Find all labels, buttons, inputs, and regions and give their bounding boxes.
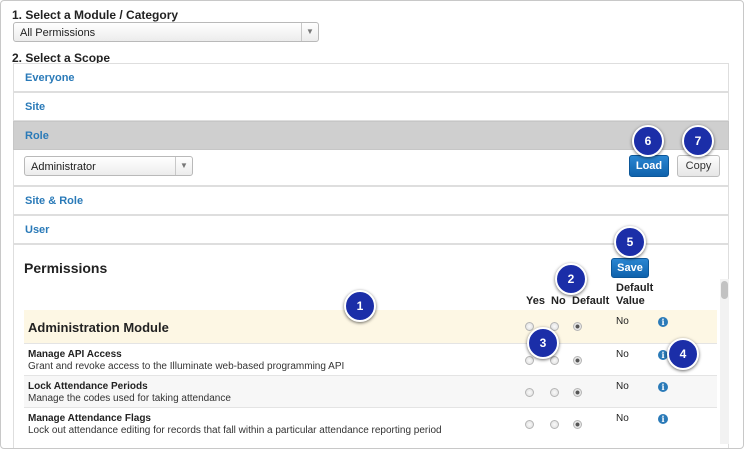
- callout-2: 2: [555, 263, 587, 295]
- permission-name: Lock Attendance Periods: [28, 381, 148, 392]
- yes-radio[interactable]: [525, 388, 534, 397]
- callout-6: 6: [632, 125, 664, 157]
- callout-7: 7: [682, 125, 714, 157]
- col-yes: Yes: [526, 295, 545, 307]
- step1-label: 1. Select a Module / Category: [12, 8, 179, 22]
- chevron-down-icon: ▼: [301, 23, 318, 41]
- scope-site[interactable]: Site: [13, 92, 729, 121]
- scope-site-role[interactable]: Site & Role: [13, 186, 729, 215]
- col-default: Default: [572, 295, 610, 307]
- no-radio[interactable]: [550, 356, 559, 365]
- role-panel: Administrator ▼ Load Copy: [13, 150, 729, 186]
- permission-name: Manage Attendance Flags: [28, 413, 151, 424]
- table-row: Lock Attendance Periods Manage the codes…: [24, 376, 717, 408]
- permission-desc: Grant and revoke access to the Illuminat…: [28, 361, 345, 372]
- info-icon[interactable]: i: [658, 414, 668, 424]
- role-select[interactable]: Administrator ▼: [24, 156, 193, 176]
- permissions-title: Permissions: [24, 260, 108, 276]
- info-icon[interactable]: i: [658, 382, 668, 392]
- scope-site-role-label: Site & Role: [25, 195, 84, 207]
- default-radio[interactable]: [573, 420, 582, 429]
- scrollbar-thumb[interactable]: [721, 281, 728, 299]
- default-value: No: [616, 316, 629, 327]
- default-radio[interactable]: [573, 356, 582, 365]
- default-value: No: [616, 413, 629, 424]
- default-value: No: [616, 381, 629, 392]
- table-row: Manage API Access Grant and revoke acces…: [24, 344, 717, 376]
- permission-desc: Manage the codes used for taking attenda…: [28, 393, 231, 404]
- yes-radio[interactable]: [525, 420, 534, 429]
- callout-5: 5: [614, 226, 646, 258]
- default-radio[interactable]: [573, 322, 582, 331]
- scope-site-label: Site: [25, 101, 46, 113]
- col-default-value-line2: Value: [616, 295, 645, 307]
- permission-desc: Lock out attendance editing for records …: [28, 425, 442, 436]
- module-name: Administration Module: [28, 320, 169, 335]
- module-category-select[interactable]: All Permissions ▼: [13, 22, 319, 42]
- role-select-value: Administrator: [31, 161, 96, 173]
- default-radio[interactable]: [573, 388, 582, 397]
- callout-3: 3: [527, 327, 559, 359]
- save-button[interactable]: Save: [611, 258, 649, 278]
- permissions-window: 1. Select a Module / Category All Permis…: [0, 0, 744, 449]
- default-value: No: [616, 349, 629, 360]
- load-button[interactable]: Load: [629, 155, 669, 177]
- scope-everyone-label: Everyone: [25, 72, 75, 84]
- permissions-table: Administration Module No i Manage API Ac…: [24, 310, 717, 440]
- scope-role[interactable]: Role: [13, 121, 729, 150]
- yes-radio[interactable]: [525, 356, 534, 365]
- callout-4: 4: [667, 338, 699, 370]
- col-no: No: [551, 295, 566, 307]
- module-category-value: All Permissions: [20, 27, 96, 39]
- permissions-scrollbar[interactable]: [720, 279, 729, 444]
- scope-everyone[interactable]: Everyone: [13, 63, 729, 92]
- copy-button[interactable]: Copy: [677, 155, 720, 177]
- permission-name: Manage API Access: [28, 349, 122, 360]
- info-icon[interactable]: i: [658, 317, 668, 327]
- no-radio[interactable]: [550, 420, 559, 429]
- col-default-value-line1: Default: [616, 282, 654, 294]
- callout-1: 1: [344, 290, 376, 322]
- scope-user-label: User: [25, 224, 50, 236]
- chevron-down-icon: ▼: [175, 157, 192, 175]
- table-row: Manage Attendance Flags Lock out attenda…: [24, 408, 717, 440]
- no-radio[interactable]: [550, 388, 559, 397]
- scope-role-label: Role: [25, 130, 49, 142]
